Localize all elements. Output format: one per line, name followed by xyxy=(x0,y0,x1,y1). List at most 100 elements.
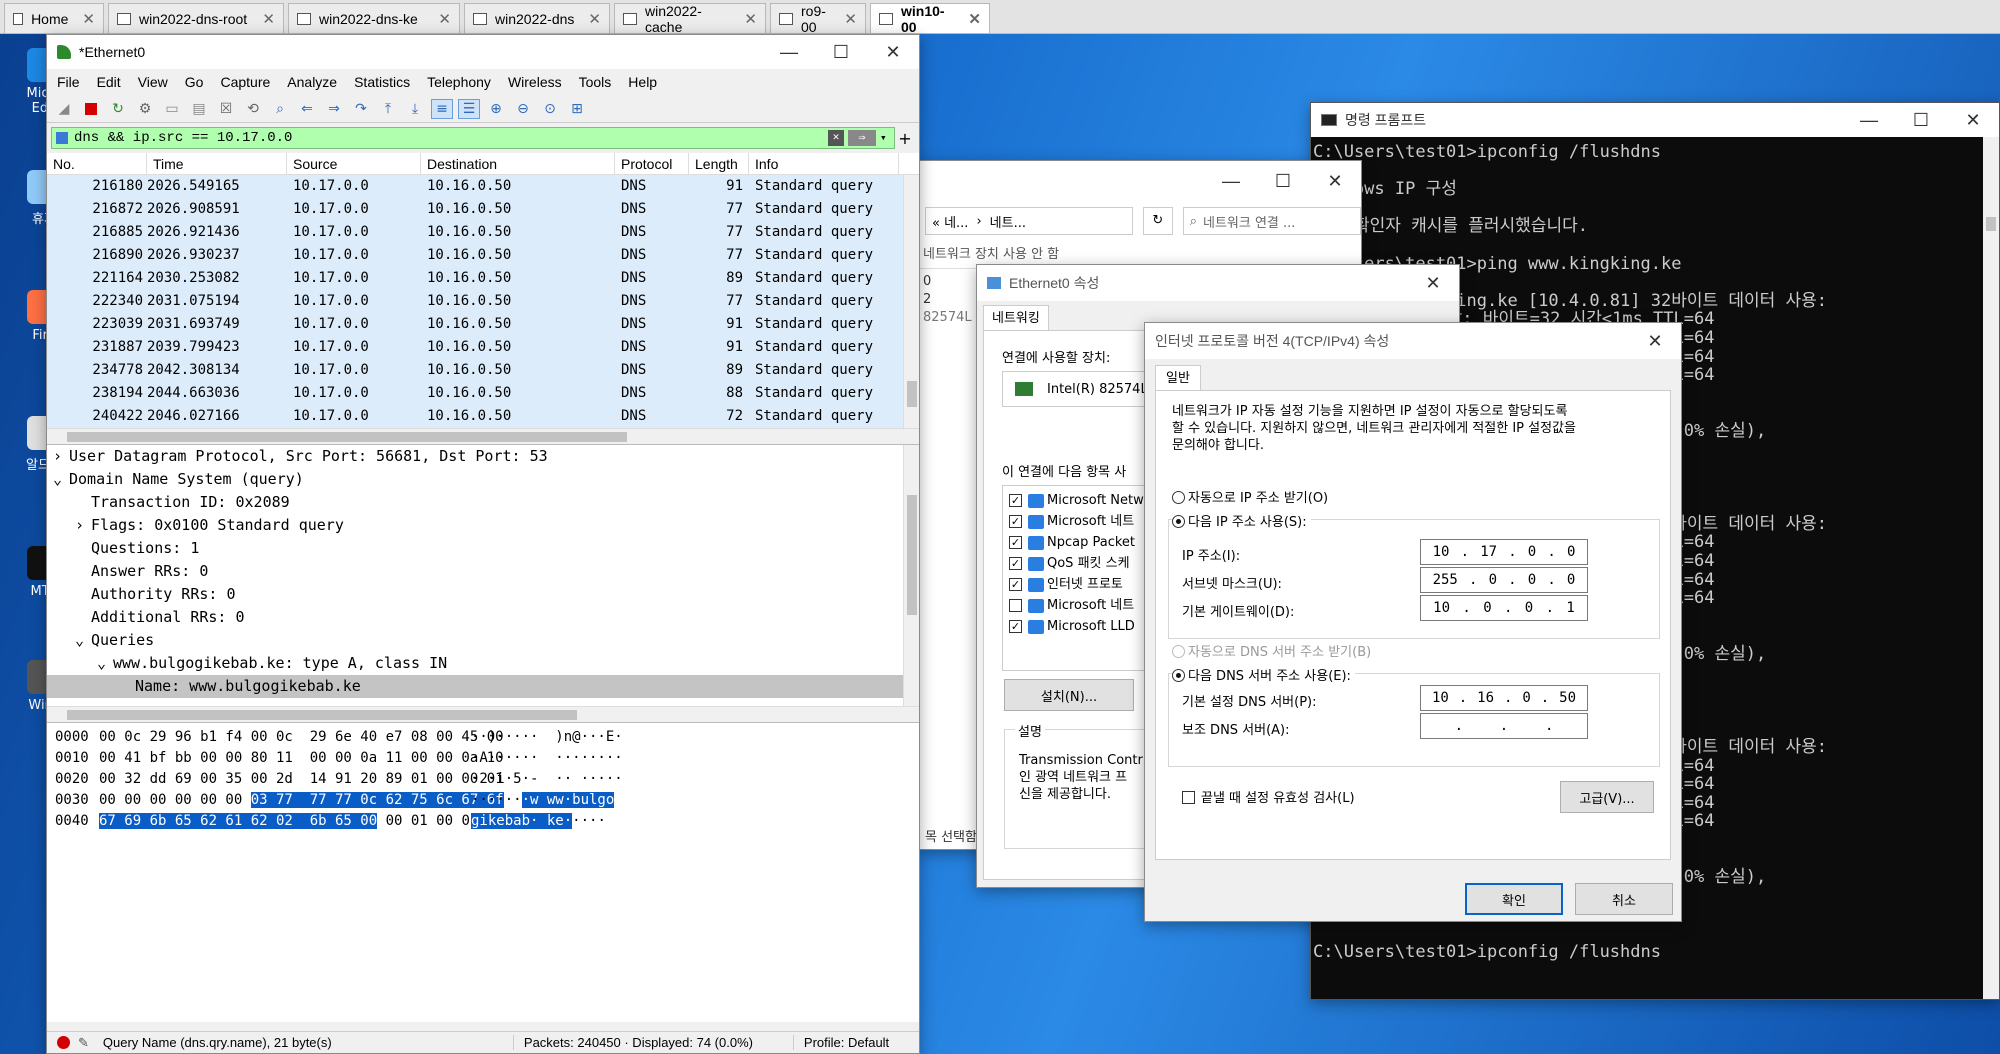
column-header[interactable]: Time xyxy=(147,153,287,174)
close-icon[interactable]: ✕ xyxy=(1947,110,1999,131)
stop-icon[interactable] xyxy=(80,99,102,119)
colorize-icon[interactable]: ☰ xyxy=(458,98,480,119)
expand-arrow-icon[interactable]: › xyxy=(53,445,69,468)
hex-line[interactable]: 0010 00 41 bf bb 00 00 80 11 00 00 0a 11 … xyxy=(47,748,919,769)
menu-item[interactable]: Statistics xyxy=(354,74,410,90)
shark-fin-icon[interactable]: ◢ xyxy=(53,99,75,119)
packet-row[interactable]: 216872 2026.908591 10.17.0.0 10.16.0.50 DNS 7… xyxy=(47,198,919,221)
expand-arrow-icon[interactable]: ⌄ xyxy=(53,468,69,491)
restart-icon[interactable]: ↻ xyxy=(107,99,129,119)
goto-icon[interactable]: ↷ xyxy=(350,99,372,119)
column-header[interactable]: Length xyxy=(689,153,749,174)
menu-item[interactable]: Telephony xyxy=(427,74,491,90)
session-tab[interactable]: Home ✕ xyxy=(4,3,104,33)
bookmark-icon[interactable] xyxy=(56,132,68,144)
display-filter-input[interactable]: dns && ip.src == 10.17.0.0 ✕ ⇒ ▾ xyxy=(51,127,895,149)
subnet-mask-field[interactable]: 255. 0. 0. 0 xyxy=(1420,567,1588,593)
menu-item[interactable]: Capture xyxy=(220,74,270,90)
session-tab[interactable]: win2022-dns-ke ✕ xyxy=(288,3,460,33)
packet-bytes[interactable]: 0000 00 0c 29 96 b1 f4 00 0c 29 6e 40 e7 … xyxy=(47,722,919,1022)
minimize-icon[interactable]: — xyxy=(763,42,815,63)
save-icon[interactable]: ▤ xyxy=(188,99,210,119)
reload-icon[interactable]: ⟲ xyxy=(242,99,264,119)
comment-icon[interactable]: ✎ xyxy=(78,1035,89,1051)
packet-row[interactable]: 216180 2026.549165 10.17.0.0 10.16.0.50 DNS 9… xyxy=(47,175,919,198)
refresh-icon[interactable]: ↻ xyxy=(1142,207,1173,235)
close-icon[interactable]: ✕ xyxy=(1407,273,1459,294)
checkbox-icon[interactable]: ✓ xyxy=(1009,578,1022,591)
wireshark-window[interactable]: *Ethernet0 — ☐ ✕ File Edit View Go Capture An… xyxy=(46,34,920,1054)
column-header[interactable]: No. xyxy=(47,153,147,174)
packet-row[interactable]: 216890 2026.930237 10.17.0.0 10.16.0.50 DNS 7… xyxy=(47,244,919,267)
menu-item[interactable]: File xyxy=(57,74,80,90)
advanced-button[interactable]: 고급(V)... xyxy=(1560,781,1654,813)
packet-row[interactable]: 221164 2030.253082 10.17.0.0 10.16.0.50 DNS 8… xyxy=(47,267,919,290)
disable-device-button[interactable]: 네트워크 장치 사용 안 함 xyxy=(923,247,1059,262)
packet-list[interactable]: 216180 2026.549165 10.17.0.0 10.16.0.50 DNS 9… xyxy=(47,175,919,428)
tab-general[interactable]: 일반 xyxy=(1155,365,1201,391)
close-icon[interactable]: ✕ xyxy=(588,10,601,28)
detail-line[interactable]: Answer RRs: 0 xyxy=(47,560,919,583)
filter-history-icon[interactable]: ▾ xyxy=(880,131,894,145)
expand-arrow-icon[interactable]: ⌄ xyxy=(97,652,113,675)
session-tab[interactable]: win10-00 ✕ xyxy=(870,3,990,35)
close-icon[interactable]: ✕ xyxy=(1309,171,1361,192)
detail-line[interactable]: Transaction ID: 0x2089 xyxy=(47,491,919,514)
zoom-normal-icon[interactable]: ⊙ xyxy=(539,99,561,119)
zoom-out-icon[interactable]: ⊖ xyxy=(512,99,534,119)
address-bar[interactable]: « 네... › 네트... xyxy=(925,207,1133,235)
open-icon[interactable]: ▭ xyxy=(161,99,183,119)
packet-row[interactable]: 216885 2026.921436 10.17.0.0 10.16.0.50 DNS 7… xyxy=(47,221,919,244)
maximize-icon[interactable]: ☐ xyxy=(815,42,867,63)
close-icon[interactable]: ✕ xyxy=(744,10,757,28)
checkbox-icon[interactable]: ✓ xyxy=(1009,494,1022,507)
close-icon[interactable]: ✕ xyxy=(262,10,275,28)
close-icon[interactable]: ✕ xyxy=(82,10,95,28)
maximize-icon[interactable]: ☐ xyxy=(1895,110,1947,131)
packet-list-hscrollbar[interactable] xyxy=(47,428,919,444)
checkbox-icon[interactable]: ✓ xyxy=(1009,620,1022,633)
menu-item[interactable]: Tools xyxy=(579,74,612,90)
autoscroll-icon[interactable]: ≡ xyxy=(431,98,453,119)
minimize-icon[interactable]: — xyxy=(1205,171,1257,192)
expand-arrow-icon[interactable]: ⌄ xyxy=(75,629,91,652)
maximize-icon[interactable]: ☐ xyxy=(1257,171,1309,192)
clear-filter-icon[interactable]: ✕ xyxy=(828,130,844,146)
validate-checkbox[interactable]: 끝낼 때 설정 유효성 검사(L) xyxy=(1182,787,1355,806)
detail-line[interactable]: › User Datagram Protocol, Src Port: 56681… xyxy=(47,445,919,468)
menu-item[interactable]: Help xyxy=(628,74,657,90)
packet-row[interactable]: 240422 2046.027166 10.17.0.0 10.16.0.50 DNS 7… xyxy=(47,405,919,428)
hex-line[interactable]: 0040 67 69 6b 65 62 61 62 02 6b 65 00 00 … xyxy=(47,811,919,832)
close-icon[interactable]: ✕ xyxy=(844,10,857,28)
packet-details[interactable]: › User Datagram Protocol, Src Port: 56681… xyxy=(47,444,919,706)
back-icon[interactable]: ⇐ xyxy=(296,99,318,119)
cancel-button[interactable]: 취소 xyxy=(1575,883,1673,915)
checkbox-icon[interactable]: ✓ xyxy=(1009,536,1022,549)
expert-info-icon[interactable] xyxy=(57,1036,70,1049)
zoom-in-icon[interactable]: ⊕ xyxy=(485,99,507,119)
breadcrumb[interactable]: « 네... xyxy=(932,212,968,231)
hex-line[interactable]: 0020 00 32 dd 69 00 35 00 2d 14 91 20 89 … xyxy=(47,769,919,790)
detail-line[interactable]: Additional RRs: 0 xyxy=(47,606,919,629)
options-icon[interactable]: ⚙ xyxy=(134,99,156,119)
packet-list-scrollbar[interactable] xyxy=(903,175,919,428)
minimize-icon[interactable]: — xyxy=(1843,110,1895,131)
menu-item[interactable]: Analyze xyxy=(287,74,337,90)
gateway-field[interactable]: 10. 0. 0. 1 xyxy=(1420,595,1588,621)
close-icon[interactable]: ✕ xyxy=(1629,331,1681,352)
detail-line[interactable]: Authority RRs: 0 xyxy=(47,583,919,606)
packet-row[interactable]: 238194 2044.663036 10.17.0.0 10.16.0.50 DNS 8… xyxy=(47,382,919,405)
find-icon[interactable]: ⌕ xyxy=(269,99,291,119)
auto-ip-radio[interactable]: 자동으로 IP 주소 받기(O) xyxy=(1172,487,1328,506)
packet-row[interactable]: 222340 2031.075194 10.17.0.0 10.16.0.50 DNS 7… xyxy=(47,290,919,313)
status-profile[interactable]: Profile: Default xyxy=(792,1035,889,1050)
detail-line[interactable]: Name: www.bulgogikebab.ke xyxy=(47,675,919,698)
checkbox-icon[interactable] xyxy=(1009,599,1022,612)
ok-button[interactable]: 확인 xyxy=(1465,883,1563,915)
detail-line[interactable]: ⌄ Queries xyxy=(47,629,919,652)
preferred-dns-field[interactable]: 10. 16. 0. 50 xyxy=(1420,685,1588,711)
packet-row[interactable]: 234778 2042.308134 10.17.0.0 10.16.0.50 DNS 8… xyxy=(47,359,919,382)
detail-line[interactable]: › Flags: 0x0100 Standard query xyxy=(47,514,919,537)
detail-line[interactable]: ⌄ Domain Name System (query) xyxy=(47,468,919,491)
close-icon[interactable]: ✕ xyxy=(968,10,981,28)
